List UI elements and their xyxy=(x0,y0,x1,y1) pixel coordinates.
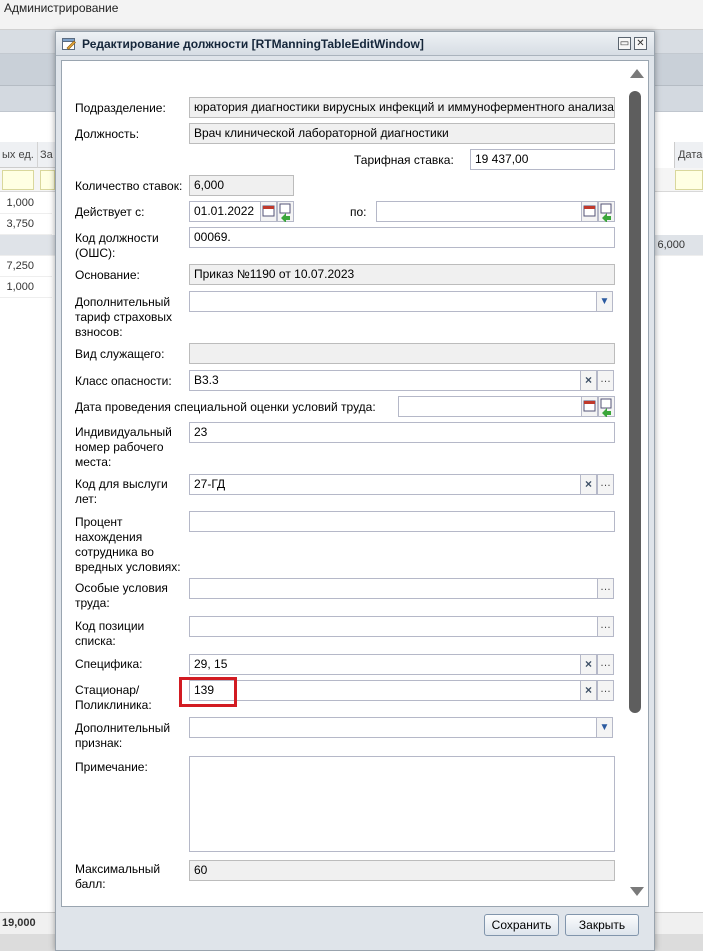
window-header[interactable]: Редактирование должности [RTManningTable… xyxy=(56,32,654,56)
label-primechanie: Примечание: xyxy=(75,760,148,774)
calendar-icon[interactable] xyxy=(260,201,294,222)
app-title: Администрирование xyxy=(4,1,119,15)
maximize-icon[interactable]: ▭ xyxy=(618,37,631,50)
form-panel: Подразделение: юратория диагностики виру… xyxy=(61,60,649,907)
date-from-field[interactable]: 01.01.2022 xyxy=(189,201,261,222)
klass-opasnosti-field[interactable]: В3.3 xyxy=(189,370,581,391)
calendar-icon[interactable] xyxy=(581,201,615,222)
label-vid-sluzh: Вид служащего: xyxy=(75,347,165,361)
label-dolzhnost: Должность: xyxy=(75,127,140,141)
ind-nomer-field[interactable]: 23 xyxy=(189,422,615,443)
clear-icon[interactable]: × xyxy=(580,654,597,675)
more-icon[interactable]: … xyxy=(597,616,614,637)
label-stacionar: Стационар/ Поликлиника: xyxy=(75,683,152,712)
label-kod-dolzhnosti: Код должности (ОШС): xyxy=(75,231,159,260)
grid-row[interactable]: 7,250 xyxy=(0,256,52,277)
dolzhnost-field[interactable]: Врач клинической лабораторной диагностик… xyxy=(189,123,615,144)
grid-row[interactable]: 1,000 xyxy=(0,277,52,298)
edit-form-icon xyxy=(62,38,76,50)
osnovanie-field[interactable]: Приказ №1190 от 10.07.2023 xyxy=(189,264,615,285)
kol-stavok-field[interactable]: 6,000 xyxy=(189,175,294,196)
save-button[interactable]: Сохранить xyxy=(484,914,559,936)
grid-filter-input[interactable] xyxy=(40,170,55,190)
label-kol-stavok: Количество ставок: xyxy=(75,179,183,193)
clear-icon[interactable]: × xyxy=(580,370,597,391)
label-ind-nomer: Индивидуальный номер рабочего места: xyxy=(75,425,172,469)
more-icon[interactable]: … xyxy=(597,370,614,391)
stacionar-field[interactable]: 139 xyxy=(189,680,581,701)
clear-icon[interactable]: × xyxy=(580,680,597,701)
grid-row[interactable]: 1,000 xyxy=(0,193,52,214)
scrollbar-thumb[interactable] xyxy=(629,91,641,713)
grid-filter-input[interactable] xyxy=(2,170,34,190)
close-button[interactable]: Закрыть xyxy=(565,914,639,936)
dop-priznak-select[interactable] xyxy=(189,717,597,738)
vid-sluzh-field[interactable] xyxy=(189,343,615,364)
label-klass: Класс опасности: xyxy=(75,374,172,388)
highlight-box xyxy=(179,677,237,707)
primechanie-textarea[interactable] xyxy=(189,756,615,852)
label-kod-vysluga: Код для выслуги лет: xyxy=(75,477,168,506)
label-dop-priznak: Дополнительный признак: xyxy=(75,721,171,750)
label-podrazdelenie: Подразделение: xyxy=(75,101,166,115)
chevron-down-icon[interactable]: ▼ xyxy=(596,717,613,738)
tarif-field[interactable]: 19 437,00 xyxy=(470,149,615,170)
more-icon[interactable]: … xyxy=(597,578,614,599)
label-data-spec-ocenki: Дата проведения специальной оценки услов… xyxy=(75,400,376,414)
podrazdelenie-field[interactable]: юратория диагностики вирусных инфекций и… xyxy=(189,97,615,118)
label-po: по: xyxy=(350,205,367,219)
label-max-ball: Максимальный балл: xyxy=(75,862,161,891)
grid-column-header-date[interactable]: Дата xyxy=(674,142,703,168)
label-specifika: Специфика: xyxy=(75,657,143,671)
label-osobye-usloviya: Особые условия труда: xyxy=(75,581,168,610)
scroll-up-icon[interactable] xyxy=(630,69,644,78)
specifika-field[interactable]: 29, 15 xyxy=(189,654,581,675)
grid-filter-input[interactable] xyxy=(675,170,703,190)
osobye-usloviya-field[interactable] xyxy=(189,578,598,599)
grid-column-header[interactable]: ых ед. xyxy=(0,142,38,168)
more-icon[interactable]: … xyxy=(597,680,614,701)
close-icon[interactable]: ✕ xyxy=(634,37,647,50)
grid-cell: 6,000 xyxy=(657,239,685,251)
label-kod-pozicii: Код позиции списка: xyxy=(75,619,145,648)
kod-pozicii-field[interactable] xyxy=(189,616,598,637)
label-tarif: Тарифная ставка: xyxy=(354,153,454,167)
grid-row[interactable]: 3,750 xyxy=(0,214,52,235)
kod-vysluga-field[interactable]: 27-ГД xyxy=(189,474,581,495)
data-spec-ocenki-field[interactable] xyxy=(398,396,582,417)
max-ball-field[interactable]: 60 xyxy=(189,860,615,881)
label-dop-tarif: Дополнительный тариф страховых взносов: xyxy=(75,295,173,339)
more-icon[interactable]: … xyxy=(597,474,614,495)
clear-icon[interactable]: × xyxy=(580,474,597,495)
more-icon[interactable]: … xyxy=(597,654,614,675)
label-procent: Процент нахождения сотрудника во вредных… xyxy=(75,515,181,574)
app-topbar: Администрирование xyxy=(0,0,703,30)
dop-tarif-select[interactable] xyxy=(189,291,597,312)
label-osnovanie: Основание: xyxy=(75,268,140,282)
scrollbar[interactable] xyxy=(625,63,647,904)
date-to-field[interactable] xyxy=(376,201,582,222)
calendar-icon[interactable] xyxy=(581,396,615,417)
label-deystvuet: Действует с: xyxy=(75,205,145,219)
chevron-down-icon[interactable]: ▼ xyxy=(596,291,613,312)
window-title: Редактирование должности [RTManningTable… xyxy=(82,37,424,51)
kod-dolzhnosti-field[interactable]: 00069. xyxy=(189,227,615,248)
scroll-down-icon[interactable] xyxy=(630,887,644,896)
edit-position-window: Редактирование должности [RTManningTable… xyxy=(55,31,655,951)
procent-field[interactable] xyxy=(189,511,615,532)
